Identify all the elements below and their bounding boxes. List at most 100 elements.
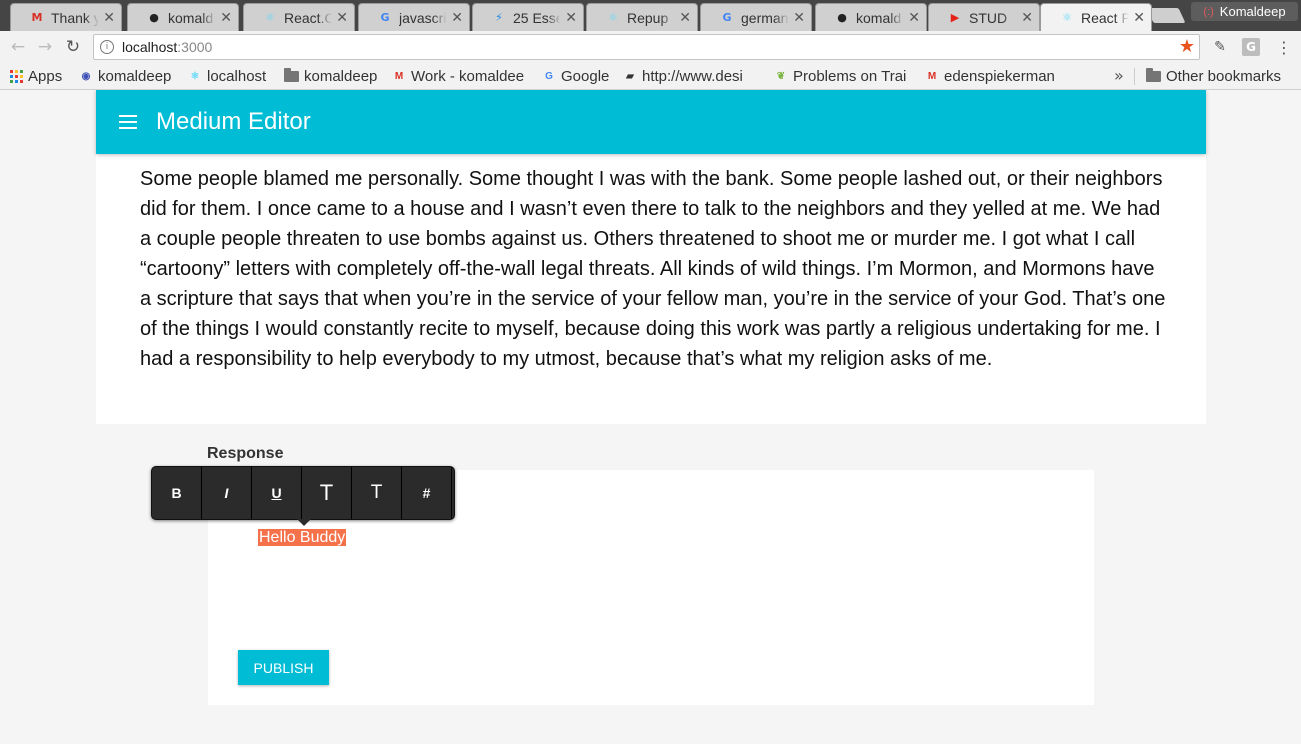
address-port: :3000 (177, 39, 213, 55)
tab-strip: M Thank y ✕ ● komald ✕ ⚛ React.C ✕ Gjavascri ✕ ⚡ 25 … (0, 0, 1301, 31)
bookmark-item[interactable]: M Work - komaldee (392, 67, 530, 85)
bookmark-item[interactable]: G Google (542, 67, 617, 85)
new-tab-button[interactable] (1146, 8, 1186, 23)
close-tab-icon[interactable]: ✕ (220, 10, 232, 26)
bookmark-item[interactable]: ⚛ localhost (188, 67, 276, 85)
close-tab-icon[interactable]: ✕ (908, 10, 920, 26)
bookmark-label: localhost (207, 67, 267, 85)
browser-tab[interactable]: ⚛ React P ✕ (1040, 3, 1152, 31)
hashtag-button[interactable]: # (402, 467, 452, 519)
apps-icon (10, 69, 23, 83)
heading-small-button[interactable]: T (352, 467, 402, 519)
bookmark-label: Google (561, 67, 610, 85)
leaf-icon: ❦ (776, 70, 786, 82)
github-icon: ● (149, 11, 159, 24)
react-icon: ⚛ (1062, 11, 1072, 24)
gmail-icon: M (927, 70, 937, 82)
response-label: Response (207, 445, 284, 462)
react-icon: ⚛ (608, 11, 618, 24)
browser-tab[interactable]: M Thank y ✕ (10, 3, 122, 31)
menu-kebab-icon[interactable]: ⋮ (1275, 38, 1293, 57)
google-icon: G (545, 70, 553, 82)
tab-title: STUD (969, 9, 1008, 26)
bookmark-item[interactable]: ❦ Problems on Trai (774, 67, 914, 85)
back-icon[interactable]: ← (8, 37, 28, 57)
bookmark-label: edenspiekerman (944, 67, 1055, 85)
page-viewport: Medium Editor Some people blamed me pers… (0, 90, 1301, 744)
shield-icon: ◉ (81, 70, 91, 82)
tab-title: javascri (399, 9, 447, 26)
app-bar: Medium Editor (96, 90, 1206, 154)
heading-large-button[interactable]: T (302, 467, 352, 519)
bookmark-item[interactable]: Medenspiekerman (925, 67, 1060, 85)
bookmark-item[interactable]: ▰ http://www.desi (623, 67, 763, 85)
youtube-icon: ▶ (950, 11, 960, 24)
toolbar-pointer-arrow (297, 519, 311, 526)
browser-tab[interactable]: Ggerman ✕ (700, 3, 812, 31)
bookmark-label: Apps (28, 67, 63, 85)
bookmarks-separator (1134, 68, 1135, 85)
browser-tab[interactable]: ● komald ✕ (815, 3, 927, 31)
tab-title: komald (168, 9, 214, 26)
underline-button[interactable]: U (252, 467, 302, 519)
eyedropper-extension-icon[interactable]: ✎ (1211, 38, 1229, 56)
grammarly-extension-icon[interactable]: G (1242, 38, 1260, 56)
github-icon: ● (837, 11, 847, 24)
browser-tab[interactable]: ▶ STUD ✕ (928, 3, 1040, 31)
tab-title: german (741, 9, 789, 26)
bookmark-label: komaldeep (98, 67, 172, 85)
bookmark-label: Problems on Trai (793, 67, 907, 85)
address-bar[interactable]: i localhost:3000 ★ (93, 34, 1200, 60)
more-bookmarks-icon[interactable]: » (1114, 66, 1124, 85)
close-tab-icon[interactable]: ✕ (1133, 10, 1145, 26)
address-host: localhost (122, 39, 178, 55)
tab-title: React P (1081, 9, 1130, 26)
react-icon: ⚛ (265, 11, 275, 24)
browser-tab[interactable]: ⚛ Repup ✕ (586, 3, 698, 31)
tab-title: 25 Esse (513, 9, 562, 26)
close-tab-icon[interactable]: ✕ (1021, 10, 1033, 26)
react-icon: ⚛ (190, 70, 200, 82)
browser-tab[interactable]: Gjavascri ✕ (358, 3, 470, 31)
close-tab-icon[interactable]: ✕ (336, 10, 348, 26)
gmail-icon: M (31, 11, 43, 24)
other-bookmarks[interactable]: Other bookmarks (1146, 67, 1281, 85)
folder-icon (1146, 67, 1161, 82)
browser-toolbar: ← → ↻ i localhost:3000 ★ ✎ G ⋮ (0, 31, 1301, 63)
tab-title: Thank y (51, 9, 100, 26)
italic-button[interactable]: I (202, 467, 252, 519)
tab-title: komald (856, 9, 902, 26)
folder-icon (284, 67, 299, 82)
tab-title: React.C (284, 9, 333, 26)
publish-button[interactable]: PUBLISH (238, 650, 329, 685)
reload-icon[interactable]: ↻ (63, 37, 83, 57)
bookmark-label: komaldeep (304, 67, 378, 85)
article-card: Some people blamed me personally. Some t… (96, 154, 1206, 424)
close-tab-icon[interactable]: ✕ (103, 10, 115, 26)
close-tab-icon[interactable]: ✕ (565, 10, 577, 26)
bookmark-item[interactable]: ◉ komaldeep (79, 67, 179, 85)
bookmark-item[interactable]: Apps (10, 67, 70, 85)
browser-tab[interactable]: ⚛ React.C ✕ (243, 3, 355, 31)
hamburger-menu-icon[interactable] (119, 115, 137, 129)
profile-name: Komaldeep (1219, 4, 1286, 19)
forward-icon[interactable]: → (35, 37, 55, 57)
browser-tab[interactable]: ● komald ✕ (127, 3, 239, 31)
article-text: Some people blamed me personally. Some t… (140, 168, 1166, 370)
profile-button[interactable]: (:) Komaldeep (1191, 2, 1298, 21)
bookmark-star-icon[interactable]: ★ (1179, 36, 1195, 57)
close-tab-icon[interactable]: ✕ (451, 10, 463, 26)
info-icon[interactable]: i (100, 40, 114, 54)
bold-button[interactable]: B (152, 467, 202, 519)
other-bookmarks-label: Other bookmarks (1166, 67, 1282, 85)
google-icon: G (722, 11, 732, 24)
bookmark-label: Work - komaldee (411, 67, 525, 85)
close-tab-icon[interactable]: ✕ (679, 10, 691, 26)
profile-icon: (:) (1203, 5, 1214, 18)
bookmark-item[interactable]: komaldeep (284, 67, 384, 85)
gmail-icon: M (394, 70, 404, 82)
browser-tab[interactable]: ⚡ 25 Esse ✕ (472, 3, 584, 31)
selected-response-text[interactable]: Hello Buddy (258, 529, 347, 546)
close-tab-icon[interactable]: ✕ (793, 10, 805, 26)
app-title: Medium Editor (156, 108, 311, 135)
